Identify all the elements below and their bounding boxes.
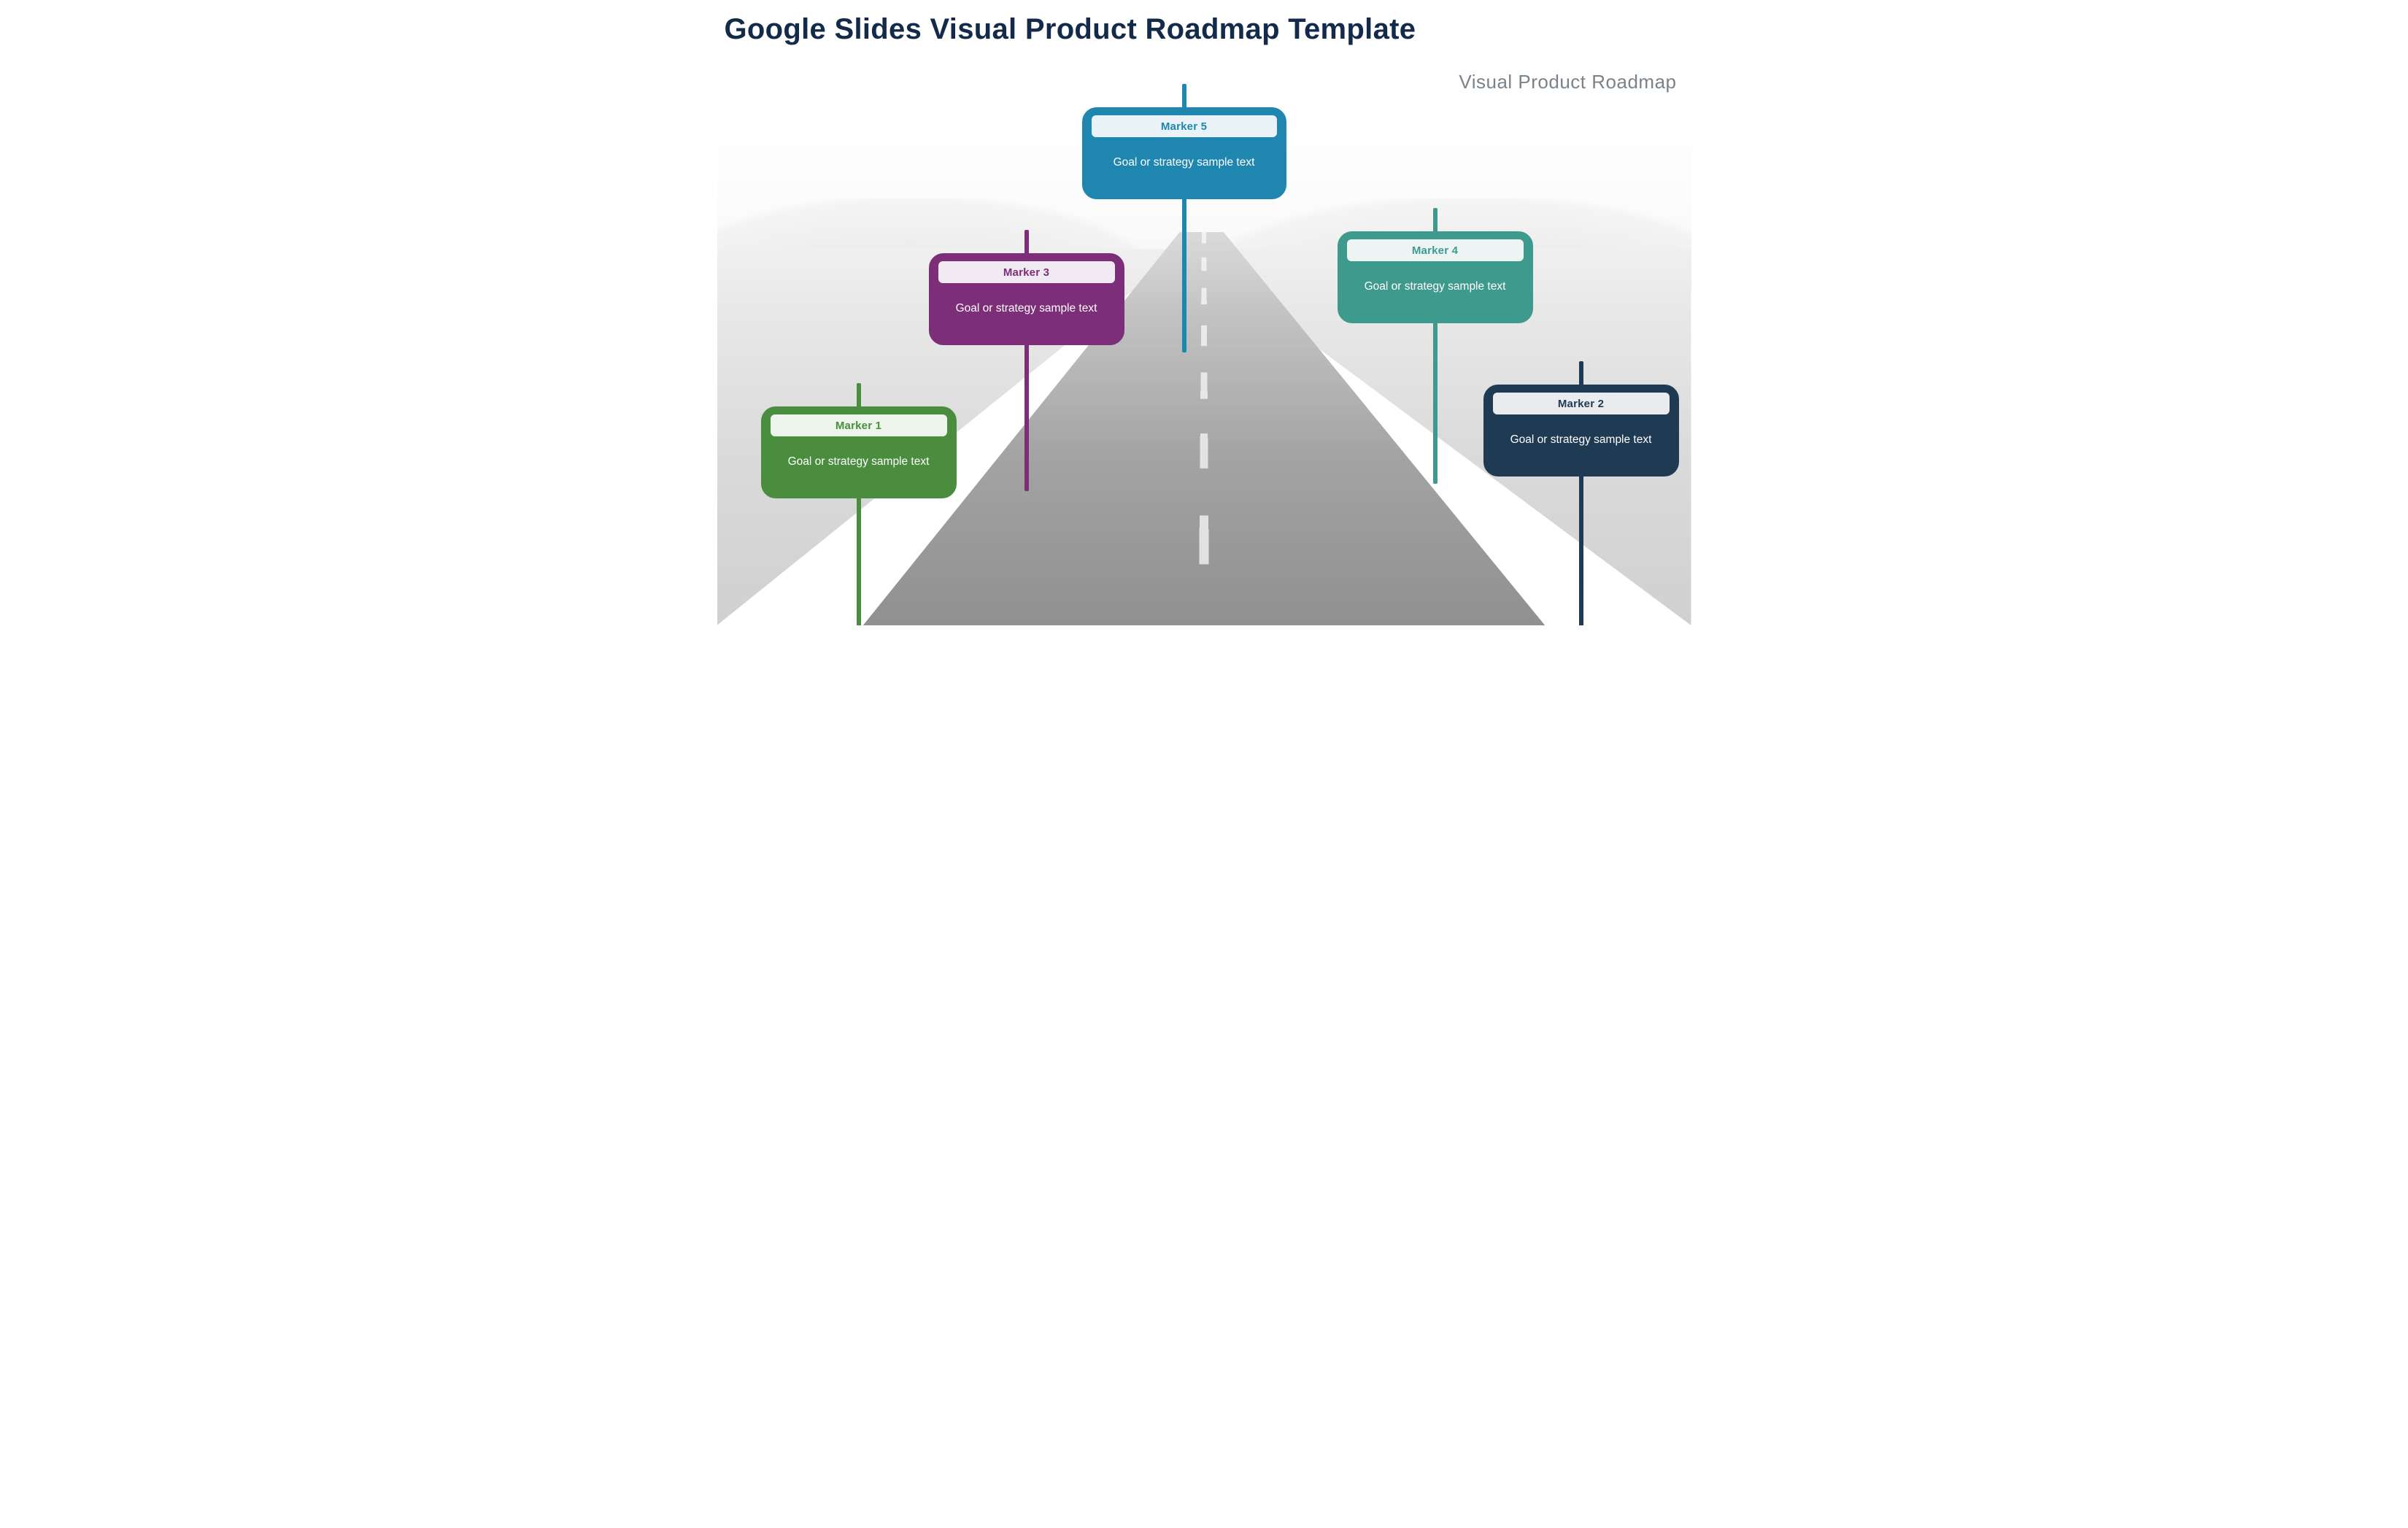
sign-post-top-icon — [1433, 208, 1438, 231]
subtitle: Visual Product Roadmap — [1459, 71, 1676, 93]
marker-1-board: Marker 1 Goal or strategy sample text — [761, 406, 957, 498]
sign-post-top-icon — [1579, 361, 1583, 385]
marker-3[interactable]: Marker 3 Goal or strategy sample text — [929, 253, 1124, 345]
marker-4[interactable]: Marker 4 Goal or strategy sample text — [1338, 231, 1533, 323]
sign-post-top-icon — [1024, 230, 1029, 253]
sign-post-top-icon — [857, 383, 861, 406]
page-title: Google Slides Visual Product Roadmap Tem… — [725, 13, 1416, 46]
marker-4-body: Goal or strategy sample text — [1341, 261, 1529, 312]
marker-2-label: Marker 2 — [1493, 393, 1670, 414]
marker-4-board: Marker 4 Goal or strategy sample text — [1338, 231, 1533, 323]
marker-1[interactable]: Marker 1 Goal or strategy sample text — [761, 406, 957, 498]
sign-post-bottom-icon — [1024, 345, 1029, 491]
sign-post-bottom-icon — [1433, 323, 1438, 484]
marker-2-body: Goal or strategy sample text — [1487, 414, 1675, 466]
marker-3-board: Marker 3 Goal or strategy sample text — [929, 253, 1124, 345]
marker-5-body: Goal or strategy sample text — [1086, 137, 1283, 188]
marker-3-label: Marker 3 — [938, 261, 1115, 283]
sign-post-bottom-icon — [1579, 476, 1583, 625]
sign-post-bottom-icon — [1182, 199, 1186, 352]
sign-post-top-icon — [1182, 84, 1186, 107]
marker-5-board: Marker 5 Goal or strategy sample text — [1082, 107, 1286, 199]
slide: Google Slides Visual Product Roadmap Tem… — [703, 0, 1706, 637]
marker-2-board: Marker 2 Goal or strategy sample text — [1483, 385, 1679, 476]
marker-2[interactable]: Marker 2 Goal or strategy sample text — [1483, 385, 1679, 476]
marker-1-label: Marker 1 — [771, 414, 947, 436]
marker-3-body: Goal or strategy sample text — [933, 283, 1121, 334]
roadmap-canvas: Visual Product Roadmap Marker 5 Goal or … — [717, 63, 1691, 625]
marker-4-label: Marker 4 — [1347, 239, 1524, 261]
marker-1-body: Goal or strategy sample text — [765, 436, 953, 487]
marker-5[interactable]: Marker 5 Goal or strategy sample text — [1082, 107, 1286, 199]
sign-post-bottom-icon — [857, 498, 861, 625]
marker-5-label: Marker 5 — [1092, 115, 1277, 137]
